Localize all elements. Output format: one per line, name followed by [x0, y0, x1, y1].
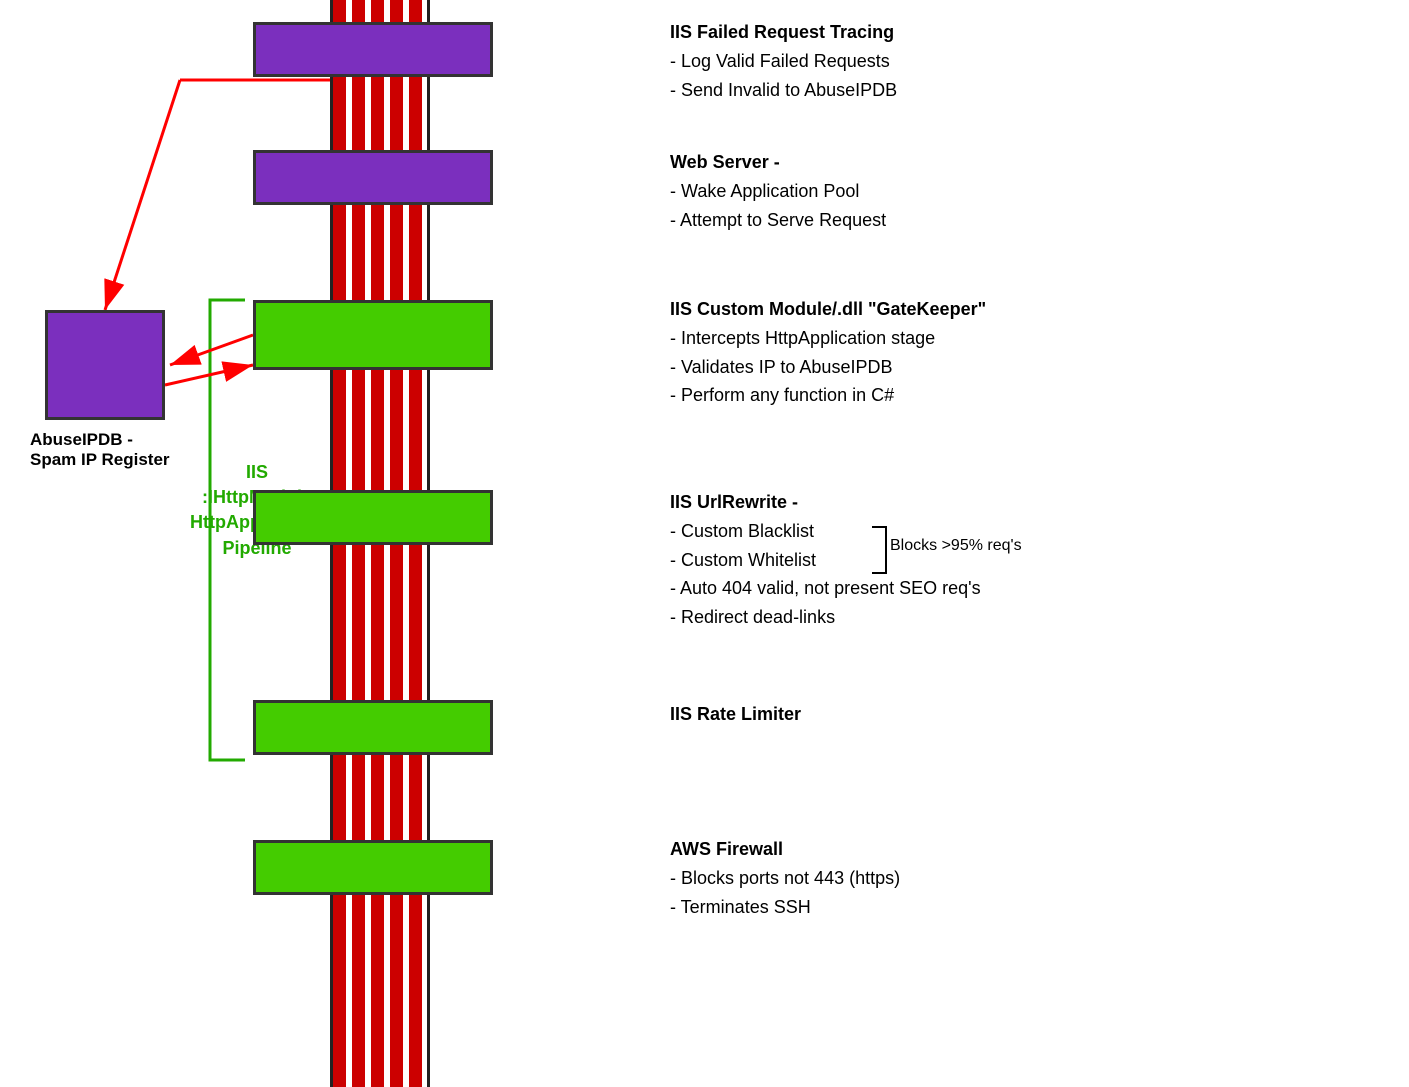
block-gatekeeper	[253, 300, 493, 370]
diagram-container: AbuseIPDB - Spam IP Register IIS :IHttpM…	[0, 0, 1409, 1087]
label-iis-tracing: IIS Failed Request Tracing - Log Valid F…	[670, 18, 897, 104]
label-awsfirewall: AWS Firewall - Blocks ports not 443 (htt…	[670, 835, 900, 921]
abuse-ipdb-label: AbuseIPDB - Spam IP Register	[30, 430, 170, 470]
label-urlrewrite: IIS UrlRewrite - - Custom Blacklist - Cu…	[670, 488, 981, 632]
bracket-95-text: Blocks >95% req's	[890, 537, 1022, 555]
block-iis-tracing	[253, 22, 493, 77]
block-webserver	[253, 150, 493, 205]
bracket-95-percent	[872, 526, 887, 574]
block-awsfirewall	[253, 840, 493, 895]
label-ratelimiter: IIS Rate Limiter	[670, 700, 801, 729]
abuse-ipdb-box	[45, 310, 165, 420]
label-webserver: Web Server - - Wake Application Pool - A…	[670, 148, 886, 234]
block-ratelimiter	[253, 700, 493, 755]
block-urlrewrite	[253, 490, 493, 545]
label-gatekeeper: IIS Custom Module/.dll "GateKeeper" - In…	[670, 295, 986, 410]
